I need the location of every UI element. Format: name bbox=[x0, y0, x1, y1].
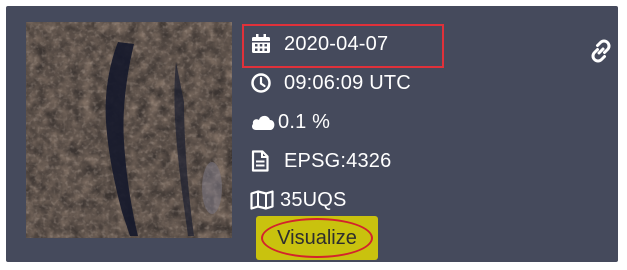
map-icon bbox=[250, 189, 276, 211]
cloud-cover: 0.1 % bbox=[278, 110, 331, 133]
satellite-thumbnail[interactable] bbox=[26, 22, 232, 238]
link-icon[interactable] bbox=[588, 38, 614, 64]
cloud-icon bbox=[250, 111, 276, 133]
grid-tile-id: 35UQS bbox=[280, 188, 347, 211]
result-card: 2020-04-07 09:06:09 UTC 0.1 % EPSG:4326 … bbox=[6, 6, 618, 262]
clock-icon bbox=[250, 72, 276, 94]
time-row: 09:06:09 UTC bbox=[250, 68, 411, 98]
date-row: 2020-04-07 bbox=[250, 29, 388, 59]
document-icon bbox=[250, 150, 276, 172]
grid-row: 35UQS bbox=[250, 185, 347, 215]
projection-code: EPSG:4326 bbox=[284, 149, 392, 172]
acquisition-date: 2020-04-07 bbox=[284, 32, 389, 55]
cloud-row: 0.1 % bbox=[250, 107, 330, 137]
acquisition-time: 09:06:09 UTC bbox=[284, 71, 411, 94]
visualize-button[interactable]: Visualize bbox=[256, 216, 378, 260]
projection-row: EPSG:4326 bbox=[250, 146, 391, 176]
calendar-icon bbox=[250, 33, 276, 55]
